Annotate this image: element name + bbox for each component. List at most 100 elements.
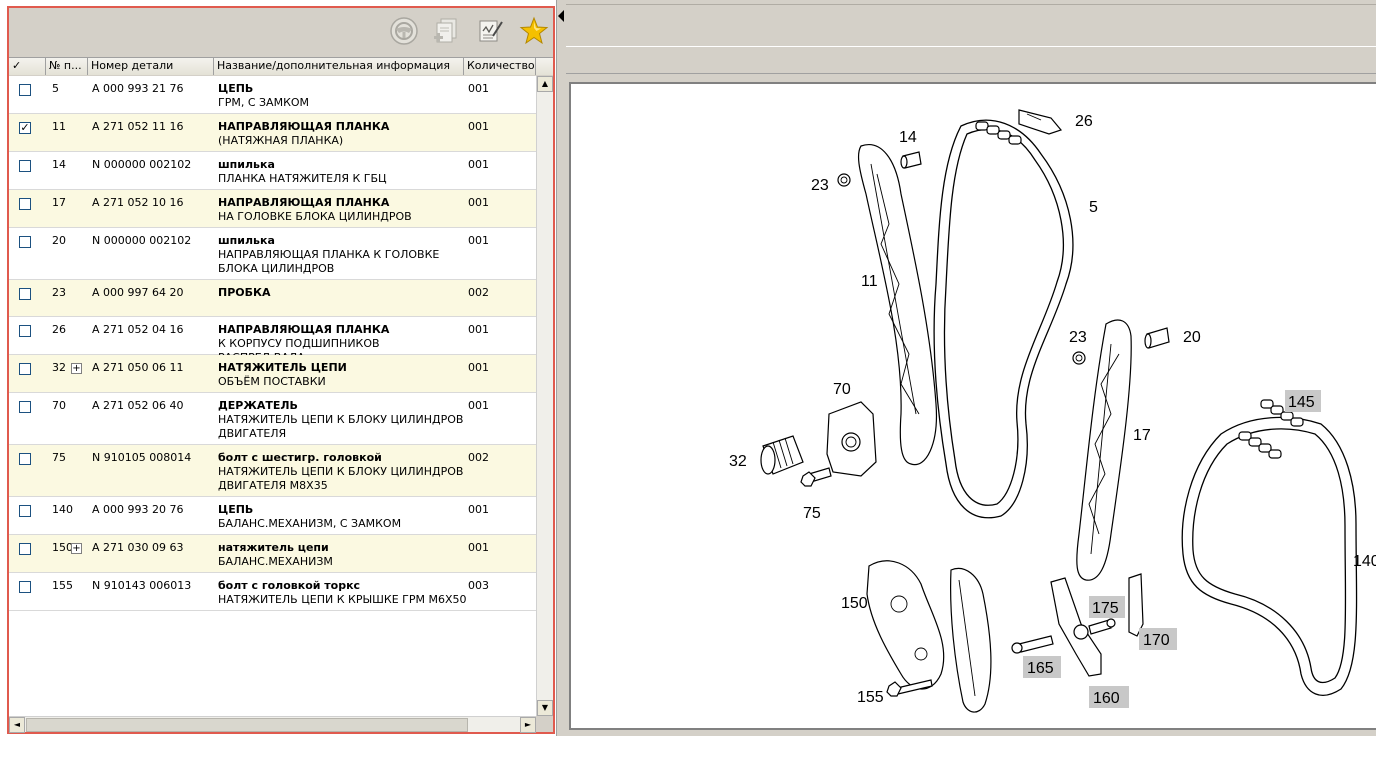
callout-150[interactable]: 150 (841, 595, 868, 612)
scroll-down-icon[interactable]: ▼ (537, 700, 553, 716)
star-icon[interactable] (519, 16, 549, 46)
row-checkbox[interactable] (19, 198, 31, 210)
row-checkbox[interactable] (19, 325, 31, 337)
table-row[interactable]: 5 A 000 993 21 76 ЦЕПЬ ГРМ, С ЗАМКОМ 001 (9, 76, 536, 114)
diagram-top-area (566, 4, 1376, 45)
column-header-part-number[interactable]: Номер детали (88, 58, 214, 75)
callout-160[interactable]: 160 (1093, 690, 1120, 707)
row-part-number: N 000000 002102 (92, 234, 192, 247)
row-position: 32 (52, 361, 66, 374)
callout-155[interactable]: 155 (857, 689, 884, 706)
callout-165[interactable]: 165 (1027, 660, 1054, 677)
row-name-info: НАТЯЖИТЕЛЬ ЦЕПИ К БЛОКУ ЦИЛИНДРОВ (218, 413, 464, 426)
row-checkbox[interactable] (19, 288, 31, 300)
diagram-panel: 14 26 23 5 11 23 20 70 17 145 32 75 140 … (566, 0, 1376, 736)
row-checkbox[interactable] (19, 543, 31, 555)
row-quantity: 001 (468, 120, 489, 133)
parts-diagram[interactable]: 14 26 23 5 11 23 20 70 17 145 32 75 140 … (571, 84, 1376, 730)
row-quantity: 001 (468, 503, 489, 516)
table-row[interactable]: 70 A 271 052 06 40 ДЕРЖАТЕЛЬ НАТЯЖИТЕЛЬ … (9, 393, 536, 445)
table-row[interactable]: 26 A 271 052 04 16 НАПРАВЛЯЮЩАЯ ПЛАНКА К… (9, 317, 536, 364)
callout-5[interactable]: 5 (1089, 199, 1098, 216)
callout-26[interactable]: 26 (1075, 113, 1093, 130)
horizontal-scrollbar[interactable]: ◄ ► (9, 716, 536, 733)
row-part-number: A 271 052 11 16 (92, 120, 184, 133)
table-row[interactable]: 150 + A 271 030 09 63 натяжитель цепи БА… (9, 535, 536, 573)
column-header-quantity[interactable]: Количество (464, 58, 536, 75)
horizontal-scroll-thumb[interactable] (26, 718, 468, 732)
table-row[interactable]: 17 A 271 052 10 16 НАПРАВЛЯЮЩАЯ ПЛАНКА Н… (9, 190, 536, 228)
row-part-number: A 000 997 64 20 (92, 286, 184, 299)
callout-145[interactable]: 145 (1288, 394, 1315, 411)
steering-wheel-icon[interactable] (389, 16, 419, 46)
table-row[interactable]: 14 N 000000 002102 шпилька ПЛАНКА НАТЯЖИ… (9, 152, 536, 190)
row-name-info: БАЛАНС.МЕХАНИЗМ (218, 555, 333, 568)
scroll-left-icon[interactable]: ◄ (9, 717, 25, 733)
callout-23-upper[interactable]: 23 (811, 177, 829, 194)
row-checkbox-checked[interactable]: ✓ (19, 122, 31, 134)
column-header-pos[interactable]: № п... (46, 58, 88, 75)
balance-chain-140-icon[interactable] (1181, 416, 1358, 696)
table-row[interactable]: 32 + A 271 050 06 11 НАТЯЖИТЕЛЬ ЦЕПИ ОБЪ… (9, 355, 536, 393)
callout-70[interactable]: 70 (833, 381, 851, 398)
expand-plus-icon[interactable]: + (71, 363, 82, 374)
scroll-up-icon[interactable]: ▲ (537, 76, 553, 92)
row-checkbox[interactable] (19, 84, 31, 96)
row-position: 23 (52, 286, 66, 299)
chain-tensioner-150-icon[interactable] (866, 560, 992, 713)
row-position: 140 (52, 503, 73, 516)
callout-14[interactable]: 14 (899, 129, 917, 146)
row-name-title: ДЕРЖАТЕЛЬ (218, 399, 298, 412)
row-quantity: 002 (468, 286, 489, 299)
callout-11[interactable]: 11 (861, 273, 878, 290)
table-row[interactable]: 20 N 000000 002102 шпилька НАПРАВЛЯЮЩАЯ … (9, 228, 536, 280)
row-checkbox[interactable] (19, 160, 31, 172)
vertical-scrollbar[interactable]: ▲ ▼ (536, 76, 553, 716)
callout-20[interactable]: 20 (1183, 329, 1201, 346)
column-header-check[interactable]: ✓ (9, 58, 46, 75)
copy-add-icon[interactable] (431, 16, 461, 46)
row-checkbox[interactable] (19, 453, 31, 465)
row-checkbox[interactable] (19, 236, 31, 248)
diagram-toolbar (566, 46, 1376, 74)
table-row[interactable]: 75 N 910105 008014 болт с шестигр. голов… (9, 445, 536, 497)
pin-14-icon (900, 151, 922, 169)
edit-notes-icon[interactable] (475, 16, 505, 46)
row-name-info: БАЛАНС.МЕХАНИЗМ, С ЗАМКОМ (218, 517, 402, 530)
pin-20-icon (1144, 327, 1170, 349)
row-part-number: A 271 052 04 16 (92, 323, 184, 336)
timing-chain-icon[interactable] (933, 119, 1074, 519)
table-row[interactable]: 23 A 000 997 64 20 ПРОБКА 002 (9, 280, 536, 317)
expand-plus-icon[interactable]: + (71, 543, 82, 554)
row-part-number: N 910105 008014 (92, 451, 192, 464)
scroll-right-icon[interactable]: ► (520, 717, 536, 733)
row-name: натяжитель цепи БАЛАНС.МЕХАНИЗМ (218, 541, 468, 569)
row-position: 70 (52, 399, 66, 412)
callout-175[interactable]: 175 (1092, 600, 1119, 617)
callout-17[interactable]: 17 (1133, 427, 1151, 444)
row-name-info: ГРМ, С ЗАМКОМ (218, 96, 310, 109)
row-checkbox[interactable] (19, 505, 31, 517)
row-part-number: A 000 993 21 76 (92, 82, 184, 95)
row-name-title: НАПРАВЛЯЮЩАЯ ПЛАНКА (218, 323, 390, 336)
row-checkbox[interactable] (19, 401, 31, 413)
row-name: НАПРАВЛЯЮЩАЯ ПЛАНКА НА ГОЛОВКЕ БЛОКА ЦИЛ… (218, 196, 468, 224)
callout-32[interactable]: 32 (729, 453, 747, 470)
row-quantity: 001 (468, 158, 489, 171)
row-part-number: A 271 052 06 40 (92, 399, 184, 412)
callout-23-lower[interactable]: 23 (1069, 329, 1087, 346)
callout-170[interactable]: 170 (1143, 632, 1170, 649)
callout-140[interactable]: 140 (1353, 553, 1376, 570)
row-position: 14 (52, 158, 66, 171)
table-row[interactable]: ✓ 11 A 271 052 11 16 НАПРАВЛЯЮЩАЯ ПЛАНКА… (9, 114, 536, 152)
callout-75[interactable]: 75 (803, 505, 821, 522)
panel-splitter[interactable] (556, 0, 566, 736)
chain-tensioner-32-icon[interactable] (760, 435, 804, 475)
row-checkbox[interactable] (19, 581, 31, 593)
table-row[interactable]: 140 A 000 993 20 76 ЦЕПЬ БАЛАНС.МЕХАНИЗМ… (9, 497, 536, 535)
row-checkbox[interactable] (19, 363, 31, 375)
collapse-arrow-icon[interactable] (558, 10, 564, 22)
table-row[interactable]: 155 N 910143 006013 болт с головкой торк… (9, 573, 536, 611)
column-header-name[interactable]: Название/дополнительная информация (214, 58, 464, 75)
holder-70-icon (826, 401, 877, 477)
